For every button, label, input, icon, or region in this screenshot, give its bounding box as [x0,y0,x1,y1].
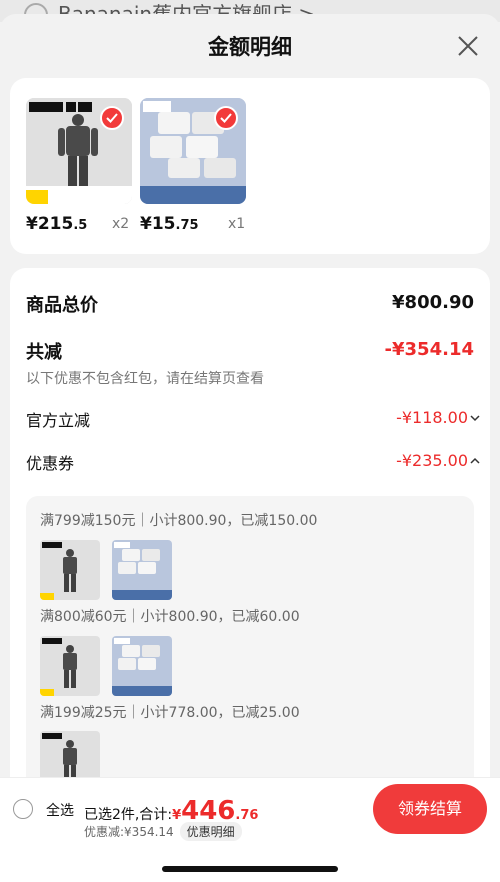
price-main: ¥15 [140,214,176,234]
select-all-radio[interactable] [13,799,33,819]
coupon-rule-3: 满199减25元｜小计778.00，已减25.00 [40,705,300,721]
home-indicator [162,866,338,872]
discount-summary: 优惠减:¥354.14 优惠明细 [84,822,242,841]
official-reduce-label: 官方立减 [26,411,91,430]
coupon-rule-1: 满799减150元｜小计800.90，已减150.00 [40,513,318,529]
coupon-1-thumb-thermal [40,540,100,600]
product-qty-1: x2 [112,216,130,232]
discount-text: 优惠减:¥354.14 [84,825,174,839]
coupon-2-thumb-thermal [40,636,100,696]
product-qty-2: x1 [228,216,246,232]
discount-detail-link[interactable]: 优惠明细 [179,822,242,841]
coupon-2-thumb-underwear [112,636,172,696]
coupon-rule-2: 满800减60元｜小计800.90，已减60.00 [40,609,300,625]
amount-detail-sheet: 金额明细 ¥215.5 x2 ¥15.75 x1 商品总价 ¥800.90 共减… [0,14,500,882]
checkout-bar: 全选 已选2件,合计:¥446.76 优惠减:¥354.14 优惠明细 领券结算 [0,777,500,882]
sheet-header: 金额明细 [0,14,500,76]
reduce-value: -¥354.14 [384,339,474,360]
price-main: ¥215 [26,214,74,234]
price-decimal: .75 [175,218,199,233]
sheet-title: 金额明细 [208,35,292,59]
reduce-label: 共减 [26,342,62,363]
discount-note: 以下优惠不包含红包，请在结算页查看 [26,371,264,387]
price-decimal: .5 [73,218,88,233]
total-label: 商品总价 [26,295,98,316]
checkout-button[interactable]: 领券结算 [373,784,487,834]
amount-decimal: .76 [235,808,259,823]
close-icon[interactable] [456,34,480,58]
product-card: ¥215.5 x2 ¥15.75 x1 [10,78,490,254]
official-reduce-value[interactable]: -¥118.00 [396,408,468,427]
product-thumb-thermal[interactable] [26,98,132,204]
selected-count: 已选2件,合计: [84,807,173,823]
amount-currency: ¥ [172,808,182,823]
chevron-up-icon[interactable] [470,457,480,465]
product-price-1: ¥215.5 [26,214,87,234]
coupon-label: 优惠券 [26,454,75,473]
product-price-2: ¥15.75 [140,214,199,234]
selected-check-icon [214,106,238,130]
chevron-down-icon[interactable] [470,414,480,422]
total-value: ¥800.90 [392,292,474,313]
coupon-1-thumb-underwear [112,540,172,600]
selected-check-icon [100,106,124,130]
product-thumb-underwear[interactable] [140,98,246,204]
select-all-label[interactable]: 全选 [46,800,74,820]
coupon-value[interactable]: -¥235.00 [396,451,468,470]
